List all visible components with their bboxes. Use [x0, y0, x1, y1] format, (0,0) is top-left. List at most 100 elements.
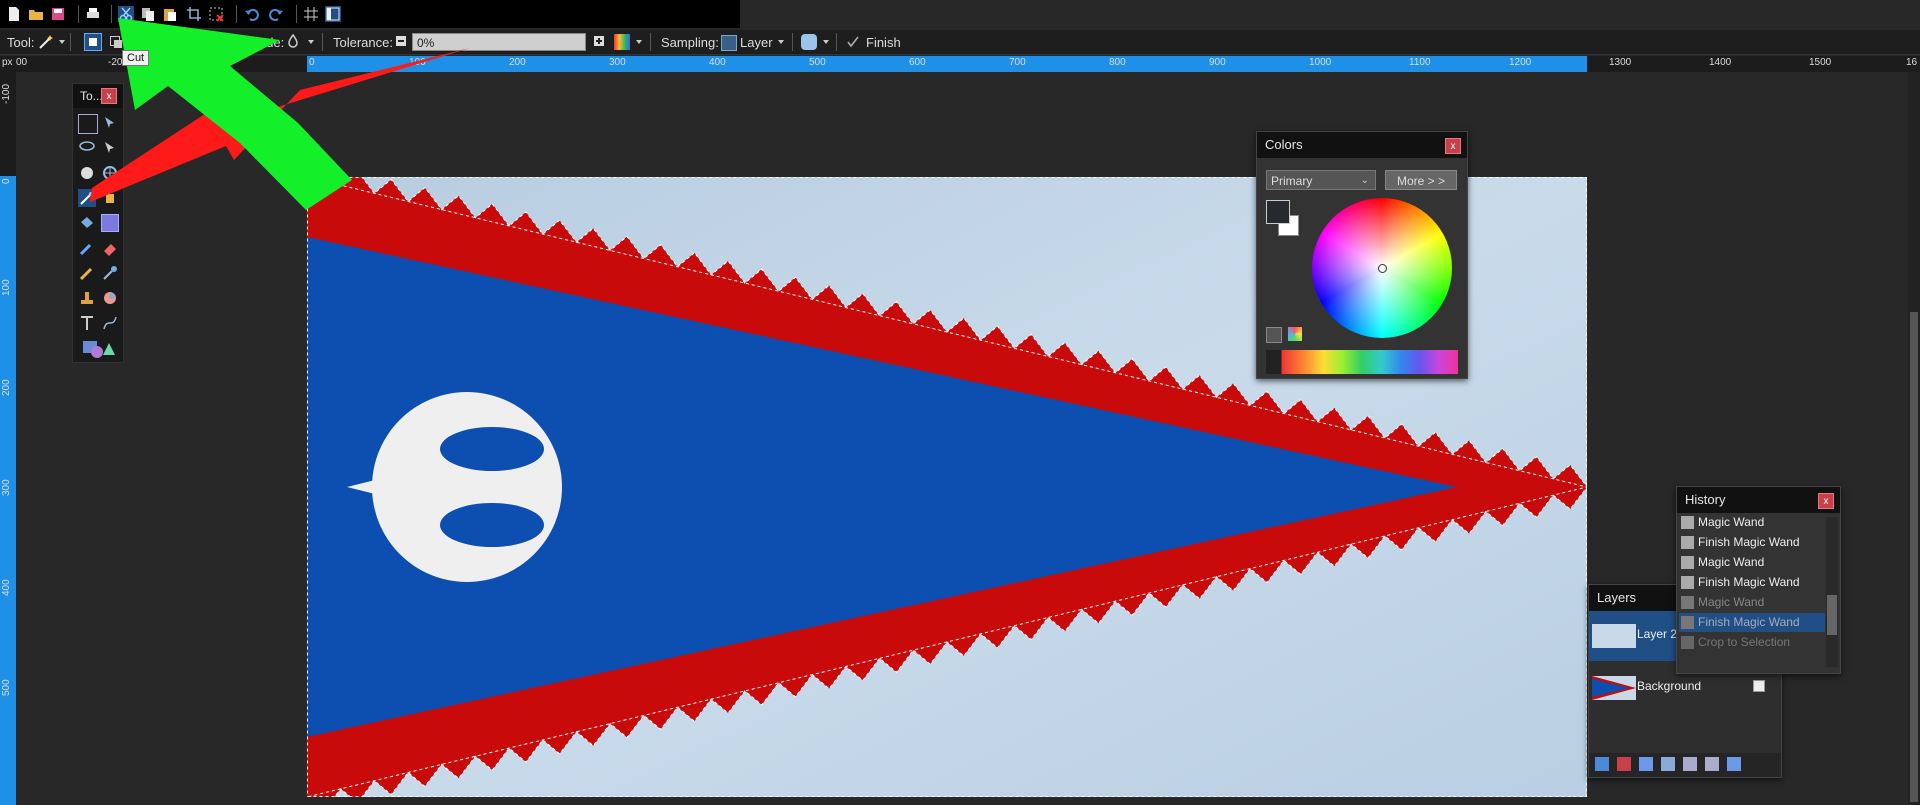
colors-panel-title: Colors x	[1257, 132, 1467, 158]
blend-mode-caret[interactable]	[636, 40, 642, 44]
tool-options-bar: Tool: Flood Mode: Tolerance: 0% Sampling…	[0, 30, 1920, 55]
ruler-label: 16	[1906, 57, 1918, 68]
tools-panel-title: To...	[80, 89, 103, 103]
finish-check-icon[interactable]	[846, 35, 860, 49]
merge-layer-icon[interactable]	[1661, 757, 1675, 771]
new-file-icon[interactable]	[6, 6, 22, 22]
selection-mode-union[interactable]	[108, 34, 124, 50]
color-picker-icon[interactable]	[101, 264, 119, 282]
print-icon[interactable]	[85, 6, 101, 22]
tools-panel-close-button[interactable]: x	[101, 88, 117, 104]
color-mode-select[interactable]: Primary ⌄	[1266, 170, 1376, 190]
layer-thumbnail	[1592, 624, 1636, 648]
redo-icon[interactable]	[268, 6, 284, 22]
vertical-scrollbar[interactable]	[1908, 72, 1920, 805]
tolerance-decrease-button[interactable]	[396, 36, 406, 46]
tool-dropdown-caret[interactable]	[59, 40, 65, 44]
ruler-label: 1400	[1709, 57, 1732, 68]
history-item[interactable]: Finish Magic Wand	[1679, 533, 1825, 552]
magic-wand-tool-icon[interactable]	[78, 189, 96, 207]
crop-icon[interactable]	[186, 6, 202, 22]
color-palette[interactable]	[1266, 350, 1458, 374]
history-item[interactable]: Magic Wand	[1679, 593, 1825, 612]
tolerance-increase-button[interactable]	[594, 36, 604, 46]
history-panel-close-button[interactable]: x	[1818, 493, 1834, 509]
flood-mode-caret[interactable]	[308, 40, 314, 44]
gradient-icon[interactable]	[101, 214, 119, 232]
pencil-icon[interactable]	[78, 264, 96, 282]
history-item[interactable]: Magic Wand	[1679, 513, 1825, 532]
layer-properties-icon[interactable]	[1727, 757, 1741, 771]
selection-mode-replace[interactable]	[84, 33, 102, 51]
layer-visibility-checkbox[interactable]	[1753, 680, 1765, 692]
undo-icon[interactable]	[244, 6, 260, 22]
finish-button[interactable]: Finish	[866, 35, 901, 50]
save-icon[interactable]	[50, 6, 66, 22]
antialias-icon[interactable]	[801, 34, 817, 50]
add-layer-icon[interactable]	[1595, 757, 1609, 771]
open-file-icon[interactable]	[28, 6, 44, 22]
magic-wand-icon[interactable]	[38, 34, 54, 50]
line-curve-icon[interactable]	[101, 314, 119, 332]
tolerance-label: Tolerance:	[333, 35, 393, 50]
history-item-selected[interactable]: Finish Magic Wand	[1679, 613, 1825, 632]
ruler-label: 1000	[1309, 57, 1332, 68]
ruler-label: 1200	[1509, 57, 1532, 68]
move-selected-icon[interactable]	[101, 114, 119, 132]
sampling-value[interactable]: Layer	[740, 35, 773, 50]
delete-layer-icon[interactable]	[1617, 757, 1631, 771]
primary-color-swatch[interactable]	[1266, 200, 1290, 224]
more-colors-button[interactable]: More > >	[1385, 170, 1457, 190]
add-palette-color-icon[interactable]	[1266, 327, 1282, 343]
move-selection-icon[interactable]	[101, 139, 119, 157]
deselect-icon[interactable]	[208, 6, 224, 22]
lasso-select-icon[interactable]	[78, 139, 96, 157]
ruler-label: 1300	[1609, 57, 1632, 68]
pan-icon[interactable]	[101, 189, 119, 207]
ruler-label: 900	[1209, 57, 1226, 68]
sampling-label: Sampling:	[661, 35, 719, 50]
tolerance-slider[interactable]: 0%	[412, 33, 586, 51]
rectangle-select-icon[interactable]	[78, 114, 98, 134]
shapes-icon[interactable]	[81, 339, 117, 359]
paste-icon[interactable]	[162, 6, 178, 22]
grid-icon[interactable]	[303, 6, 319, 22]
paintbrush-icon[interactable]	[78, 239, 96, 257]
text-icon[interactable]	[78, 314, 96, 332]
flood-mode-icon[interactable]	[285, 34, 301, 50]
selection-mode-exclude[interactable]	[132, 34, 148, 50]
blend-mode-icon[interactable]	[614, 34, 630, 50]
paint-bucket-icon[interactable]	[78, 214, 96, 232]
layers-toolbar	[1589, 753, 1781, 777]
ruler-icon[interactable]	[325, 6, 341, 22]
sampling-caret[interactable]	[778, 40, 784, 44]
ellipse-select-icon[interactable]	[78, 164, 96, 182]
copy-icon[interactable]	[140, 6, 156, 22]
eraser-icon[interactable]	[101, 239, 119, 257]
antialias-caret[interactable]	[823, 40, 829, 44]
cut-icon[interactable]	[118, 6, 134, 22]
layer-name: Layer 2	[1637, 627, 1678, 641]
ruler-label: 800	[1109, 57, 1126, 68]
colors-panel-close-button[interactable]: x	[1445, 138, 1461, 154]
ruler-label: 1100	[1409, 57, 1431, 68]
palette-menu-icon[interactable]	[1288, 327, 1302, 341]
layer-name: Background	[1637, 679, 1702, 693]
zoom-icon[interactable]	[101, 164, 119, 182]
recolor-icon[interactable]	[101, 289, 119, 307]
move-layer-up-icon[interactable]	[1683, 757, 1697, 771]
duplicate-layer-icon[interactable]	[1639, 757, 1653, 771]
vertical-ruler: -100 0 100 200 300 400 500	[0, 72, 16, 805]
ruler-label: 100	[409, 57, 426, 68]
history-item[interactable]: Crop to Selection	[1679, 633, 1825, 652]
color-wheel[interactable]	[1312, 198, 1452, 338]
tools-panel: To... x	[72, 83, 124, 363]
sampling-layer-icon[interactable]	[721, 35, 737, 51]
clone-stamp-icon[interactable]	[78, 289, 96, 307]
history-item[interactable]: Finish Magic Wand	[1679, 573, 1825, 592]
history-scrollbar[interactable]	[1826, 517, 1838, 667]
history-item[interactable]: Magic Wand	[1679, 553, 1825, 572]
ruler-label: 400	[1, 579, 12, 596]
ruler-unit: px	[2, 57, 13, 68]
move-layer-down-icon[interactable]	[1705, 757, 1719, 771]
